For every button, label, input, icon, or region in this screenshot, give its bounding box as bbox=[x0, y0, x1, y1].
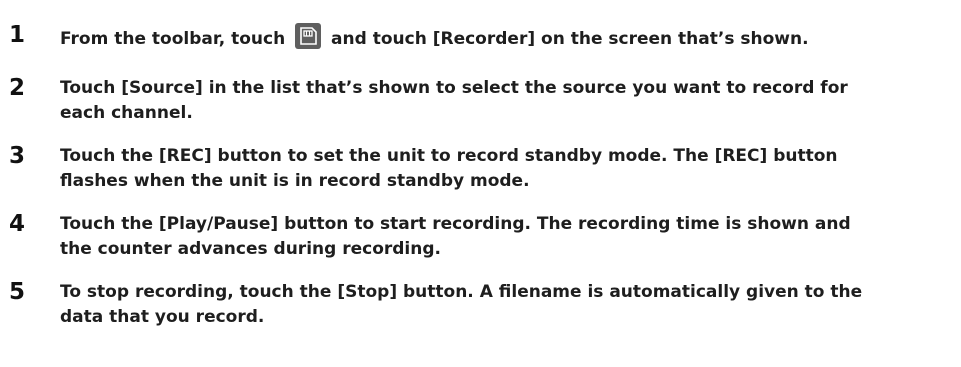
step-text: Touch [Source] in the list that’s shown … bbox=[60, 76, 950, 126]
step-text-line: Touch the [Play/Pause] button to start r… bbox=[60, 214, 851, 234]
step-number: 2 bbox=[9, 75, 26, 101]
step-number: 3 bbox=[9, 143, 26, 169]
step-text-line: To stop recording, touch the [Stop] butt… bbox=[60, 282, 863, 302]
recorder-sd-card-icon bbox=[295, 23, 322, 49]
step-text-line: the counter advances during recording. bbox=[60, 239, 441, 259]
step-number: 1 bbox=[9, 22, 26, 48]
step-text-line: Touch the [REC] button to set the unit t… bbox=[60, 146, 838, 166]
step-text: From the toolbar, touch and touch [Recor… bbox=[60, 23, 950, 52]
step-text: Touch the [Play/Pause] button to start r… bbox=[60, 212, 950, 262]
step-text-line: data that you record. bbox=[60, 307, 265, 327]
step-text: To stop recording, touch the [Stop] butt… bbox=[60, 280, 950, 330]
step-number: 5 bbox=[9, 279, 26, 305]
step-text-line: flashes when the unit is in record stand… bbox=[60, 171, 530, 191]
step-text-after-icon: and touch [Recorder] on the screen that’… bbox=[331, 29, 809, 49]
step-text: Touch the [REC] button to set the unit t… bbox=[60, 144, 950, 194]
step-text-line: Touch [Source] in the list that’s shown … bbox=[60, 78, 848, 98]
step-number: 4 bbox=[9, 211, 26, 237]
step-text-line: each channel. bbox=[60, 103, 193, 123]
step-text-before-icon: From the toolbar, touch bbox=[60, 29, 286, 49]
